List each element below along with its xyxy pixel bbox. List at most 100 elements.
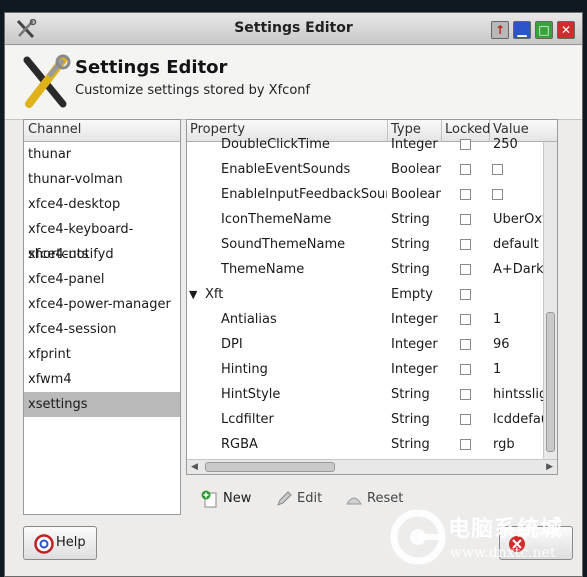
property-row[interactable]: Hinting Integer 1: [187, 357, 557, 382]
property-value[interactable]: rgb: [493, 432, 545, 457]
property-type: Boolean: [391, 162, 441, 177]
property-tree[interactable]: Property Type Locked Value DoubleClickTi…: [186, 119, 558, 475]
property-value[interactable]: [493, 282, 545, 307]
property-value[interactable]: A+DarkSilv: [493, 257, 545, 282]
property-type: String: [391, 412, 430, 427]
property-row[interactable]: Antialias Integer 1: [187, 307, 557, 332]
locked-checkbox[interactable]: [460, 214, 471, 225]
property-name: IconThemeName: [221, 212, 332, 227]
property-name: DoubleClickTime: [221, 137, 330, 152]
property-type: Integer: [391, 137, 438, 152]
vertical-scroll-thumb[interactable]: [546, 312, 555, 452]
channel-item[interactable]: xsettings: [24, 392, 180, 417]
property-value[interactable]: 250: [493, 132, 545, 157]
property-name: HintStyle: [221, 387, 281, 402]
watermark-text: 电脑系统城: [448, 517, 564, 542]
property-type: String: [391, 262, 430, 277]
locked-checkbox[interactable]: [460, 289, 471, 300]
property-name: EnableInputFeedbackSounds: [221, 187, 387, 202]
locked-checkbox[interactable]: [460, 264, 471, 275]
property-type: String: [391, 237, 430, 252]
locked-checkbox[interactable]: [460, 439, 471, 450]
property-value[interactable]: default: [493, 232, 545, 257]
channel-item[interactable]: xfce4-power-manager: [24, 292, 180, 317]
watermark-url: www.dnxtc.net: [450, 545, 556, 561]
property-row[interactable]: IconThemeName String UberOxyge: [187, 207, 557, 232]
property-type: Integer: [391, 362, 438, 377]
close-icon: ✕: [560, 23, 572, 37]
new-label: New: [223, 491, 252, 506]
property-name: SoundThemeName: [221, 237, 346, 252]
property-type: Boolean: [391, 187, 441, 202]
locked-checkbox[interactable]: [460, 364, 471, 375]
value-checkbox[interactable]: [492, 164, 503, 175]
horizontal-scrollbar[interactable]: ◀ ▶: [187, 459, 557, 474]
channel-column-header[interactable]: Channel: [24, 120, 180, 142]
property-value[interactable]: UberOxyge: [493, 207, 545, 232]
locked-checkbox[interactable]: [460, 139, 471, 150]
locked-checkbox[interactable]: [460, 189, 471, 200]
maximize-button[interactable]: □: [535, 21, 553, 39]
help-button[interactable]: Help: [23, 526, 97, 560]
property-name: DPI: [221, 337, 243, 352]
property-name: Xft: [205, 287, 224, 302]
property-name: EnableEventSounds: [221, 162, 351, 177]
scroll-right-icon[interactable]: ▶: [546, 462, 553, 472]
property-value[interactable]: 1: [493, 357, 545, 382]
property-row[interactable]: HintStyle String hintsslight: [187, 382, 557, 407]
edit-button[interactable]: Edit: [275, 485, 335, 513]
locked-checkbox[interactable]: [460, 314, 471, 325]
scroll-left-icon[interactable]: ◀: [191, 462, 198, 472]
locked-checkbox[interactable]: [460, 339, 471, 350]
close-window-button[interactable]: ✕: [557, 21, 575, 39]
minimize-button[interactable]: ▁: [513, 21, 531, 39]
channel-item[interactable]: xfce4-notifyd: [24, 242, 180, 267]
channel-item[interactable]: xfce4-keyboard-shortcuts: [24, 217, 180, 262]
property-name: Lcdfilter: [221, 412, 274, 427]
property-row[interactable]: DPI Integer 96: [187, 332, 557, 357]
property-type: String: [391, 212, 430, 227]
property-row[interactable]: SoundThemeName String default: [187, 232, 557, 257]
expander-arrow-icon[interactable]: ▼: [189, 282, 197, 307]
property-value[interactable]: hintsslight: [493, 382, 545, 407]
property-name: Hinting: [221, 362, 268, 377]
channel-item[interactable]: thunar: [24, 142, 180, 167]
property-value[interactable]: lcddefault: [493, 407, 545, 432]
minimize-icon: ▁: [517, 23, 527, 37]
vertical-scrollbar[interactable]: [543, 142, 557, 460]
locked-checkbox[interactable]: [460, 389, 471, 400]
help-label: Help: [56, 535, 86, 550]
channel-item[interactable]: xfce4-desktop: [24, 192, 180, 217]
property-row[interactable]: RGBA String rgb: [187, 432, 557, 457]
header-title: Settings Editor: [75, 57, 228, 78]
property-type: String: [391, 437, 430, 452]
channel-list[interactable]: Channel thunar thunar-volman xfce4-desktop…: [23, 119, 181, 515]
value-checkbox[interactable]: [492, 189, 503, 200]
property-row[interactable]: EnableEventSounds Boolean: [187, 157, 557, 182]
property-row[interactable]: DoubleClickTime Integer 250: [187, 132, 557, 157]
locked-checkbox[interactable]: [460, 414, 471, 425]
shade-button[interactable]: ↑: [491, 21, 509, 39]
title-bar[interactable]: Settings Editor ↑ ▁ □ ✕: [5, 13, 582, 45]
property-name: RGBA: [221, 437, 258, 452]
channel-item[interactable]: xfwm4: [24, 367, 180, 392]
property-row[interactable]: ThemeName String A+DarkSilv: [187, 257, 557, 282]
settings-tools-icon: [23, 54, 71, 108]
property-value[interactable]: 1: [493, 307, 545, 332]
edit-pencil-icon: [277, 491, 292, 506]
help-icon: [34, 534, 54, 554]
channel-item[interactable]: xfprint: [24, 342, 180, 367]
property-row[interactable]: ▼ Xft Empty: [187, 282, 557, 307]
property-row[interactable]: Lcdfilter String lcddefault: [187, 407, 557, 432]
property-value[interactable]: 96: [493, 332, 545, 357]
channel-item[interactable]: thunar-volman: [24, 167, 180, 192]
channel-item[interactable]: xfce4-session: [24, 317, 180, 342]
locked-checkbox[interactable]: [460, 164, 471, 175]
locked-checkbox[interactable]: [460, 239, 471, 250]
property-row[interactable]: EnableInputFeedbackSounds Boolean: [187, 182, 557, 207]
channel-item[interactable]: xfce4-panel: [24, 267, 180, 292]
horizontal-scroll-thumb[interactable]: [205, 462, 335, 472]
new-button[interactable]: New: [201, 485, 261, 513]
new-document-icon: [201, 490, 217, 508]
property-type: Integer: [391, 337, 438, 352]
